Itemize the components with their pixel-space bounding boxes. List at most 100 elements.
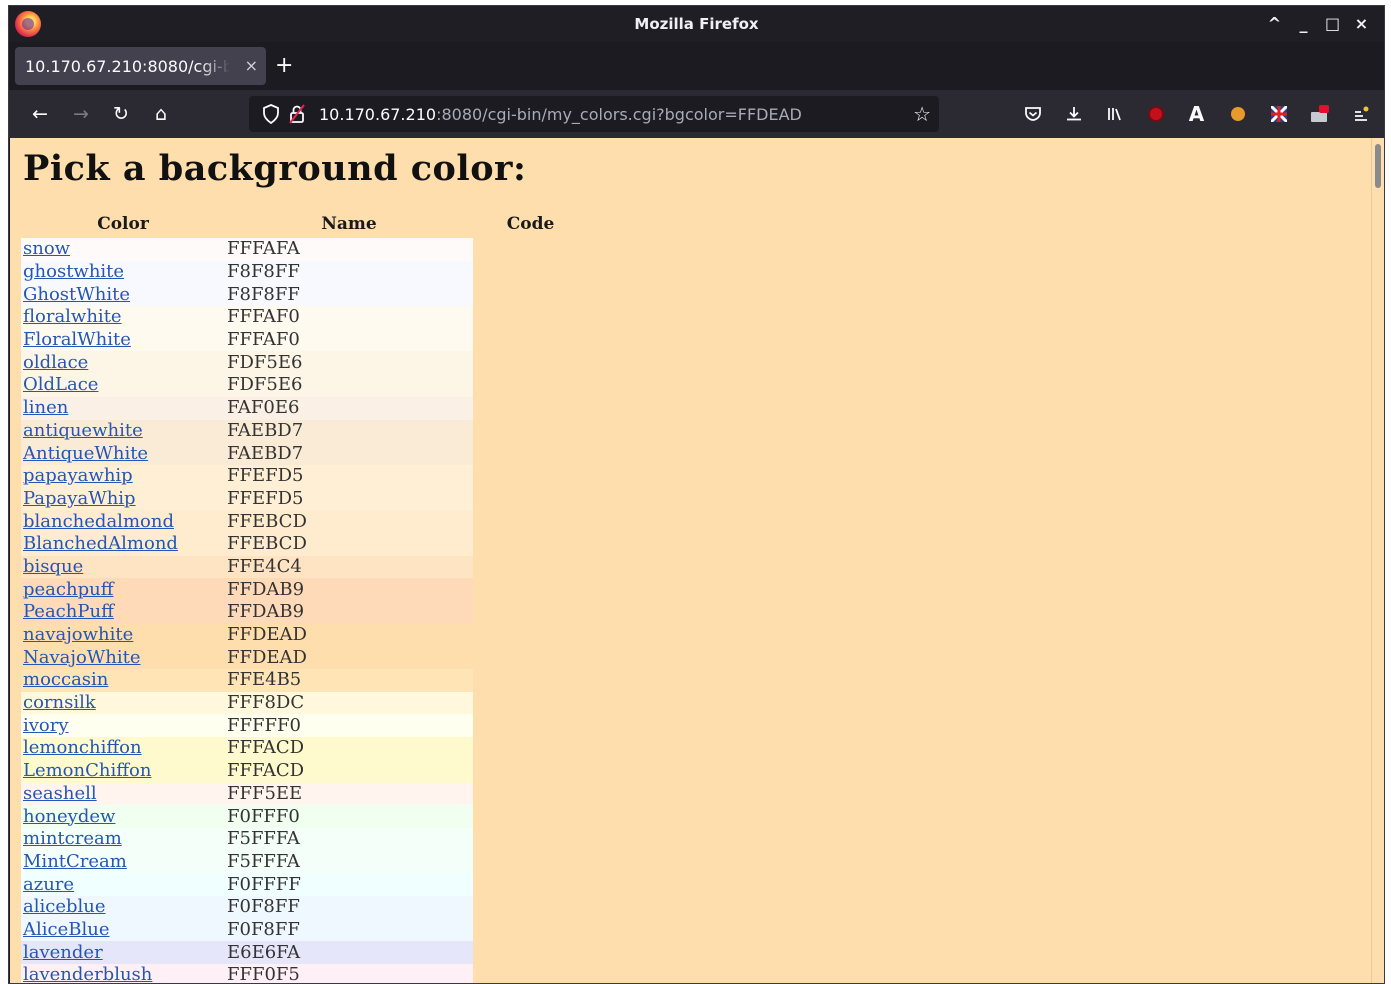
color-link[interactable]: AliceBlue — [23, 919, 109, 940]
table-row: seashell FFF5EE — [21, 782, 588, 806]
color-link[interactable]: PapayaWhip — [23, 488, 136, 509]
table-row: OldLace FDF5E6 — [21, 374, 588, 397]
color-rows: snow FFFAFA ghostwhite F8F8FF GhostWhite F8F8… — [21, 238, 588, 984]
header-name: Name — [321, 214, 377, 234]
table-row: honeydew F0FFF0 — [21, 805, 588, 828]
color-link[interactable]: GhostWhite — [23, 284, 130, 305]
color-link-cell: NavajoWhite — [21, 646, 225, 669]
color-link[interactable]: cornsilk — [23, 692, 96, 713]
color-code: FFE4C4 — [227, 555, 302, 577]
insecure-lock-icon[interactable] — [289, 104, 305, 124]
font-icon[interactable]: A — [1179, 100, 1214, 128]
vertical-scrollbar[interactable] — [1371, 138, 1384, 983]
color-link[interactable]: snow — [23, 238, 70, 259]
color-link-cell: AliceBlue — [21, 919, 225, 942]
table-row: lavender E6E6FA — [21, 941, 588, 964]
color-link[interactable]: moccasin — [23, 669, 108, 690]
extension-flag-icon[interactable] — [1261, 100, 1296, 128]
color-link[interactable]: ivory — [23, 715, 69, 736]
color-link[interactable]: MintCream — [23, 851, 127, 872]
home-button[interactable]: ⌂ — [148, 102, 174, 126]
minimize-button[interactable]: _ — [1289, 12, 1318, 36]
table-row: snow FFFAFA — [21, 238, 588, 261]
color-code: FFDEAD — [227, 646, 307, 668]
color-code: F0F8FF — [227, 918, 300, 940]
tab-title: 10.170.67.210:8080/cgi-bin/my_colors.cgi — [25, 57, 230, 76]
color-code: FFEBCD — [227, 533, 307, 555]
reload-button[interactable]: ↻ — [108, 102, 134, 126]
color-link[interactable]: linen — [23, 397, 68, 418]
tab-close-icon[interactable]: × — [245, 56, 258, 75]
color-code: FFFACD — [227, 760, 305, 782]
tracking-protection-shield-icon[interactable] — [263, 104, 279, 124]
new-tab-button[interactable]: + — [275, 55, 293, 77]
library-icon[interactable] — [1097, 100, 1132, 128]
color-link[interactable]: FloralWhite — [23, 329, 131, 350]
color-link[interactable]: NavajoWhite — [23, 647, 141, 668]
tab-strip: 10.170.67.210:8080/cgi-bin/my_colors.cgi… — [9, 42, 1384, 90]
color-link-cell: papayawhip — [21, 465, 225, 488]
color-code: FFF8DC — [227, 692, 305, 714]
color-link[interactable]: azure — [23, 874, 74, 895]
color-link[interactable]: lavenderblush — [23, 964, 152, 983]
pocket-icon[interactable] — [1015, 100, 1050, 128]
table-row: navajowhite FFDEAD — [21, 623, 588, 647]
color-link[interactable]: LemonChiffon — [23, 760, 151, 781]
color-link[interactable]: lavender — [23, 942, 103, 963]
tab-active[interactable]: 10.170.67.210:8080/cgi-bin/my_colors.cgi… — [15, 47, 266, 85]
ublock-icon[interactable] — [1138, 100, 1173, 128]
color-link[interactable]: honeydew — [23, 806, 115, 827]
color-code: FFF5EE — [227, 782, 303, 804]
overflow-menu-icon[interactable] — [1343, 100, 1378, 128]
url-host: 10.170.67.210 — [319, 105, 437, 124]
cookie-icon[interactable] — [1220, 100, 1255, 128]
color-code: FFEBCD — [227, 510, 307, 532]
table-row: moccasin FFE4B5 — [21, 669, 588, 692]
color-link[interactable]: seashell — [23, 783, 97, 804]
color-link[interactable]: aliceblue — [23, 896, 106, 917]
bookmark-star-icon[interactable]: ☆ — [913, 102, 931, 126]
color-link[interactable]: blanchedalmond — [23, 511, 174, 532]
color-link[interactable]: peachpuff — [23, 579, 113, 600]
color-code: F8F8FF — [227, 283, 300, 305]
color-code: FAEBD7 — [227, 419, 304, 441]
extension-screenshot-icon[interactable] — [1302, 100, 1337, 128]
color-link[interactable]: PeachPuff — [23, 601, 114, 622]
table-row: aliceblue F0F8FF — [21, 895, 588, 919]
color-link[interactable]: floralwhite — [23, 306, 122, 327]
color-code: FFFACD — [227, 737, 305, 759]
color-link[interactable]: navajowhite — [23, 624, 133, 645]
table-row: blanchedalmond FFEBCD — [21, 510, 588, 533]
table-row: azure F0FFFF — [21, 873, 588, 896]
color-code: FFE4B5 — [227, 669, 302, 691]
color-link[interactable]: AntiqueWhite — [23, 443, 148, 464]
url-text[interactable]: 10.170.67.210:8080/cgi-bin/my_colors.cgi… — [319, 105, 802, 124]
scrollbar-thumb[interactable] — [1375, 144, 1381, 188]
color-code: FFF0F5 — [227, 964, 300, 984]
color-link[interactable]: bisque — [23, 556, 83, 577]
table-row: PapayaWhip FFEFD5 — [21, 487, 588, 511]
color-link[interactable]: ghostwhite — [23, 261, 124, 282]
color-link[interactable]: mintcream — [23, 828, 122, 849]
downloads-icon[interactable] — [1056, 100, 1091, 128]
color-link-cell: BlanchedAlmond — [21, 533, 225, 556]
maximize-button[interactable]: □ — [1318, 12, 1347, 36]
maximize-up-button[interactable]: ^ — [1260, 12, 1289, 36]
color-link[interactable]: lemonchiffon — [23, 737, 142, 758]
forward-button[interactable]: → — [68, 102, 94, 126]
color-link[interactable]: BlanchedAlmond — [23, 533, 178, 554]
color-link[interactable]: antiquewhite — [23, 420, 143, 441]
close-window-button[interactable]: × — [1347, 12, 1376, 36]
table-row: LemonChiffon FFFACD — [21, 759, 588, 783]
color-link-cell: ivory — [21, 714, 225, 737]
color-code: FAEBD7 — [227, 442, 304, 464]
color-code: FFDAB9 — [227, 601, 305, 623]
color-link[interactable]: OldLace — [23, 374, 98, 395]
url-bar[interactable]: 10.170.67.210:8080/cgi-bin/my_colors.cgi… — [249, 96, 939, 132]
title-bar: Mozilla Firefox ^ _ □ × — [9, 6, 1384, 42]
color-link[interactable]: oldlace — [23, 352, 88, 373]
color-code: FFEFD5 — [227, 487, 304, 509]
table-row: floralwhite FFFAF0 — [21, 306, 588, 329]
color-link[interactable]: papayawhip — [23, 465, 133, 486]
back-button[interactable]: ← — [27, 102, 53, 126]
